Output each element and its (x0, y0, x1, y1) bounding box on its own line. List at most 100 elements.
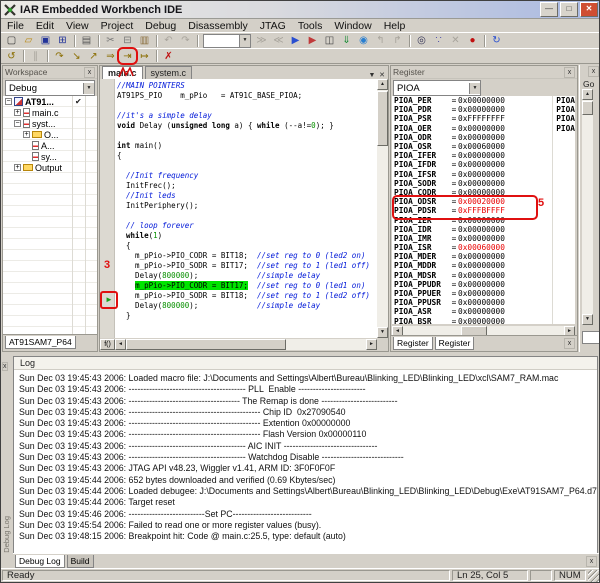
scroll-track[interactable] (126, 339, 366, 350)
register-row-pioa-sodr[interactable]: PIOA_SODR=0x00000000 (392, 179, 575, 188)
expand-icon[interactable]: + (14, 164, 21, 171)
save-all-icon[interactable]: ⊞ (54, 34, 71, 48)
scroll-up-icon[interactable]: ▲ (582, 89, 593, 100)
close-document-icon[interactable]: ✕ (377, 71, 387, 79)
register-group-selector[interactable]: PIOA ▼ (393, 80, 481, 96)
run-to-cursor-icon[interactable]: ⇥ (119, 49, 136, 63)
register-row-pioa-ppusr[interactable]: PIOA_PPUSR=0x00000000 (392, 298, 575, 307)
editor-horizontal-scrollbar[interactable]: f() ◄ ► (100, 338, 377, 351)
step-over-icon[interactable]: ↷ (51, 49, 68, 63)
next-statement-icon[interactable]: ⇒ (102, 49, 119, 63)
tab-build[interactable]: Build (67, 555, 94, 568)
close-button[interactable]: ✕ (580, 2, 598, 17)
tree-item-at91[interactable]: −AT91...✔ (3, 96, 97, 107)
tree-item-output[interactable]: +Output (3, 162, 97, 173)
register-row-pioa-ppudr[interactable]: PIOA_PPUDR=0x00000000 (392, 280, 575, 289)
register-row-pioa-idr[interactable]: PIOA_IDR=0x00000000 (392, 225, 575, 234)
chevron-down-icon[interactable]: ▼ (239, 35, 250, 47)
break-icon[interactable]: ∥ (27, 49, 44, 63)
register-row-pioa-psr[interactable]: PIOA_PSR=0xFFFFFFFFPIOA (392, 114, 575, 123)
register-row-pioa-mdsr[interactable]: PIOA_MDSR=0x00000000 (392, 271, 575, 280)
minimize-button[interactable]: — (540, 2, 558, 17)
scroll-thumb[interactable] (126, 339, 286, 350)
redo-icon[interactable]: ↷ (177, 34, 194, 48)
register-row-pioa-ifer[interactable]: PIOA_IFER=0x00000000 (392, 151, 575, 160)
register-row-pioa-per[interactable]: PIOA_PER=0x00000000PIOA (392, 96, 575, 105)
register-row-pioa-pdr[interactable]: PIOA_PDR=0x00000000PIOA (392, 105, 575, 114)
reset-icon[interactable]: ↺ (3, 49, 20, 63)
stop-debugging-icon[interactable]: ✗ (160, 49, 177, 63)
copy-icon[interactable]: ⊟ (119, 34, 136, 48)
register-row-pioa-isr[interactable]: PIOA_ISR=0x00060000 (392, 243, 575, 252)
expand-icon[interactable]: + (23, 131, 30, 138)
new-file-icon[interactable]: ▢ (3, 34, 20, 48)
expand-icon[interactable]: + (14, 109, 21, 116)
function-list-button[interactable]: f() (100, 339, 115, 350)
find-combobox[interactable]: ▼ (203, 34, 251, 48)
menu-edit[interactable]: Edit (30, 20, 60, 32)
menu-disassembly[interactable]: Disassembly (182, 20, 254, 32)
tab-register-2[interactable]: Register (435, 337, 475, 350)
register-row-pioa-mder[interactable]: PIOA_MDER=0x00000000 (392, 252, 575, 261)
find-next-icon[interactable]: ≫ (253, 34, 270, 48)
tree-item-syst[interactable]: −syst... (3, 118, 97, 129)
nav-back-icon[interactable]: ↰ (372, 34, 389, 48)
goto-bookmark-icon[interactable]: ▶ (287, 34, 304, 48)
project-tab[interactable]: AT91SAM7_P64 (5, 336, 76, 349)
tree-item-o[interactable]: +O... (3, 129, 97, 140)
log-tabs-close-icon[interactable]: x (586, 556, 597, 567)
scroll-down-icon[interactable]: ▼ (377, 327, 388, 338)
register-row-pioa-ifsr[interactable]: PIOA_IFSR=0x00000000 (392, 170, 575, 179)
browse-window-icon[interactable]: ◫ (321, 34, 338, 48)
tree-item-a[interactable]: A... (3, 140, 97, 151)
step-into-icon[interactable]: ↘ (68, 49, 85, 63)
register-row-pioa-imr[interactable]: PIOA_IMR=0x00000000 (392, 234, 575, 243)
tree-item-sy[interactable]: sy... (3, 151, 97, 162)
title-bar[interactable]: IAR Embedded Workbench IDE — □ ✕ (1, 1, 600, 19)
scroll-down-icon[interactable]: ▼ (582, 314, 593, 325)
register-row-pioa-ifdr[interactable]: PIOA_IFDR=0x00000000 (392, 160, 575, 169)
menu-view[interactable]: View (60, 20, 95, 32)
register-row-pioa-ppuer[interactable]: PIOA_PPUER=0x00000000 (392, 289, 575, 298)
workspace-title-bar[interactable]: Workspace x (3, 66, 97, 79)
maximize-button[interactable]: □ (560, 2, 578, 17)
menu-help[interactable]: Help (378, 20, 412, 32)
configuration-selector[interactable]: Debug ▼ (5, 80, 95, 96)
tab-register-1[interactable]: Register (393, 337, 433, 350)
scroll-thumb[interactable] (377, 91, 388, 146)
toggle-bookmark-icon[interactable]: ▶ (304, 34, 321, 48)
register-row-pioa-bsr[interactable]: PIOA_BSR=0x00000000 (392, 317, 575, 325)
debug-icon[interactable]: ◉ (355, 34, 372, 48)
find-in-files-icon[interactable]: ◎ (413, 34, 430, 48)
scroll-right-icon[interactable]: ► (366, 339, 377, 350)
paste-icon[interactable]: ▥ (136, 34, 153, 48)
register-tabs-close-icon[interactable]: x (564, 338, 575, 349)
debug-restart-icon[interactable]: ↻ (488, 34, 505, 48)
scroll-thumb[interactable] (582, 101, 593, 115)
menu-jtag[interactable]: JTAG (254, 20, 292, 32)
step-out-icon[interactable]: ↗ (85, 49, 102, 63)
register-row-pioa-oer[interactable]: PIOA_OER=0x00000000PIOA (392, 124, 575, 133)
workspace-close-icon[interactable]: x (84, 67, 95, 78)
side-panel-scrollbar[interactable]: ▲ ▼ (582, 89, 593, 325)
chevron-down-icon[interactable]: ▼ (83, 83, 94, 94)
find-previous-icon[interactable]: ≪ (270, 34, 287, 48)
collapse-icon[interactable]: − (14, 120, 21, 127)
undo-icon[interactable]: ↶ (160, 34, 177, 48)
register-close-icon[interactable]: x (564, 67, 575, 78)
log-dock-strip[interactable]: x Debug Log (2, 355, 13, 555)
print-icon[interactable]: ▤ (78, 34, 95, 48)
scroll-left-icon[interactable]: ◄ (115, 339, 126, 350)
source-browser-icon[interactable]: ∵ (430, 34, 447, 48)
side-panel-title-bar[interactable]: x (580, 65, 600, 77)
scroll-up-icon[interactable]: ▲ (377, 79, 388, 90)
resize-grip[interactable] (588, 570, 600, 582)
editor-vertical-scrollbar[interactable]: ▲ ▼ (377, 79, 388, 338)
tree-item-main-c[interactable]: +main.c (3, 107, 97, 118)
go-icon[interactable]: ↦ (136, 49, 153, 63)
toggle-breakpoint-icon[interactable]: ● (464, 34, 481, 48)
download-icon[interactable]: ⇓ (338, 34, 355, 48)
open-file-icon[interactable]: ▱ (20, 34, 37, 48)
collapse-icon[interactable]: − (5, 98, 12, 105)
register-row-pioa-mddr[interactable]: PIOA_MDDR=0x00000000 (392, 261, 575, 270)
